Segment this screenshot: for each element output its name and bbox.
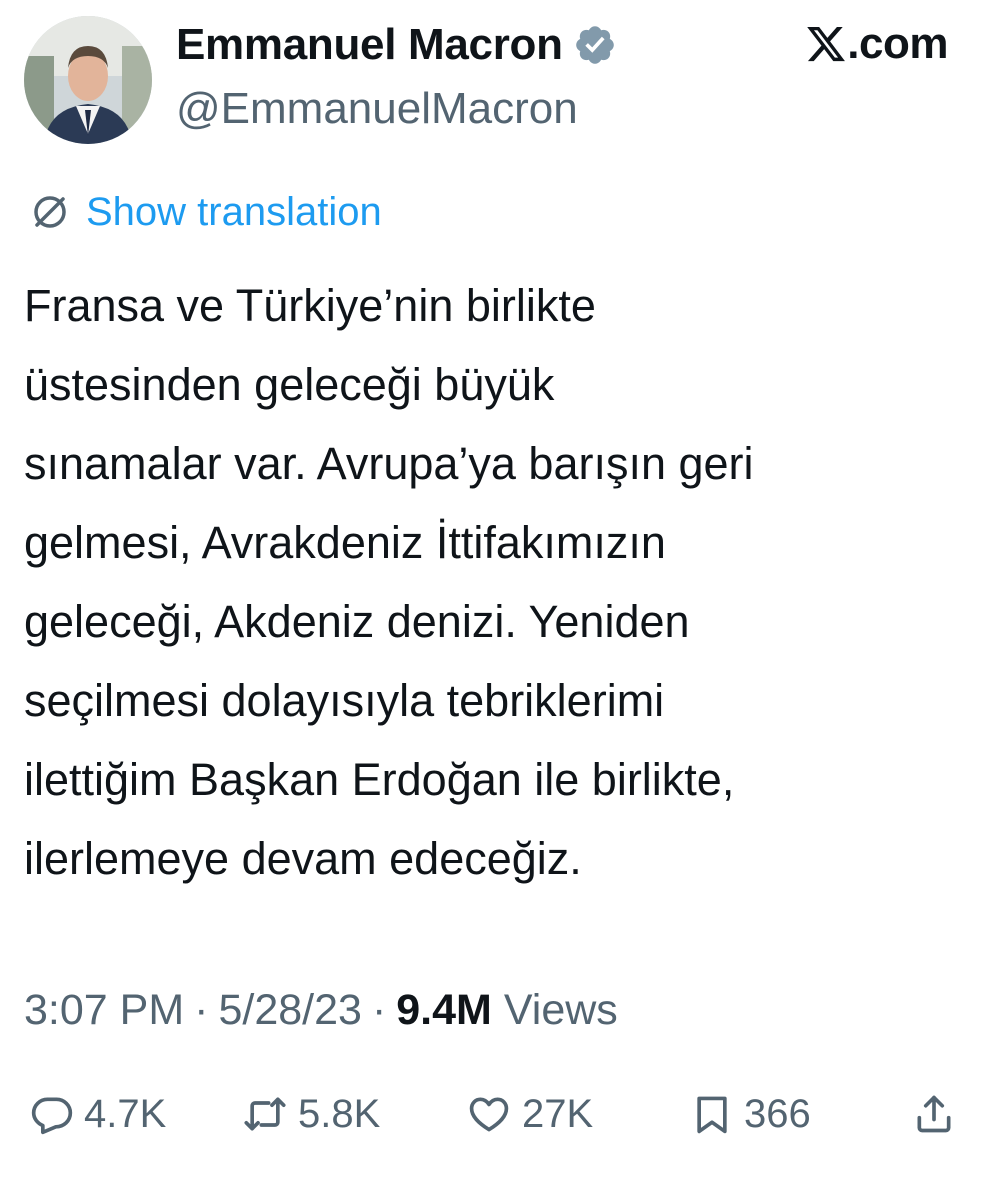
repost-count: 5.8K xyxy=(298,1091,381,1136)
author-handle[interactable]: @EmmanuelMacron xyxy=(176,84,578,134)
tweet-text-line: sınamalar var. Avrupa’ya barışın geri xyxy=(24,438,754,489)
author-header: Emmanuel Macron xyxy=(176,14,617,76)
tweet-meta: 3:07 PM · 5/28/23 · 9.4M Views xyxy=(24,980,618,1040)
display-name[interactable]: Emmanuel Macron xyxy=(176,20,563,70)
tweet-text: Fransa ve Türkiye’nin birlikte üstesinde… xyxy=(24,266,984,898)
site-brand: .com xyxy=(805,18,948,70)
reply-icon xyxy=(31,1097,73,1135)
tweet-text-line: gelmesi, Avrakdeniz İttifakımızın xyxy=(24,517,666,568)
tweet-text-line: geleceği, Akdeniz denizi. Yeniden xyxy=(24,596,690,647)
globe-icon xyxy=(34,196,66,228)
reply-count: 4.7K xyxy=(84,1091,167,1136)
tweet-date[interactable]: 5/28/23 xyxy=(218,986,361,1035)
like-count: 27K xyxy=(522,1091,594,1136)
repost-icon xyxy=(244,1097,286,1131)
avatar-photo xyxy=(24,16,152,144)
x-logo-icon xyxy=(805,23,847,65)
bookmark-button[interactable]: 366 xyxy=(690,1082,811,1146)
action-bar: 4.7K 5.8K 27K 366 xyxy=(0,1082,998,1146)
meta-separator: · xyxy=(194,985,209,1034)
tweet-text-line: ilerlemeye devam edeceğiz. xyxy=(24,833,582,884)
bookmark-count: 366 xyxy=(744,1091,811,1136)
repost-button[interactable]: 5.8K xyxy=(242,1082,380,1146)
bookmark-icon xyxy=(697,1096,727,1134)
tweet-text-line: üstesinden geleceği büyük xyxy=(24,359,555,410)
share-icon xyxy=(917,1095,951,1133)
verified-badge-icon xyxy=(573,23,617,67)
tweet-text-line: seçilmesi dolayısıyla tebriklerimi xyxy=(24,675,665,726)
views-label: Views xyxy=(503,985,618,1034)
tweet-text-line: Fransa ve Türkiye’nin birlikte xyxy=(24,280,596,331)
avatar[interactable] xyxy=(24,16,152,144)
meta-separator: · xyxy=(371,985,387,1034)
like-button[interactable]: 27K xyxy=(466,1082,593,1146)
tweet-text-line: ilettiğim Başkan Erdoğan ile birlikte, xyxy=(24,754,735,805)
show-translation[interactable]: Show translation xyxy=(30,186,382,238)
show-translation-link[interactable]: Show translation xyxy=(86,190,382,235)
views-count[interactable]: 9.4M xyxy=(396,986,492,1035)
brand-suffix: .com xyxy=(847,19,948,68)
heart-icon xyxy=(469,1097,509,1132)
share-button[interactable] xyxy=(912,1082,956,1146)
tweet-time[interactable]: 3:07 PM xyxy=(24,986,184,1035)
reply-button[interactable]: 4.7K xyxy=(30,1082,166,1146)
